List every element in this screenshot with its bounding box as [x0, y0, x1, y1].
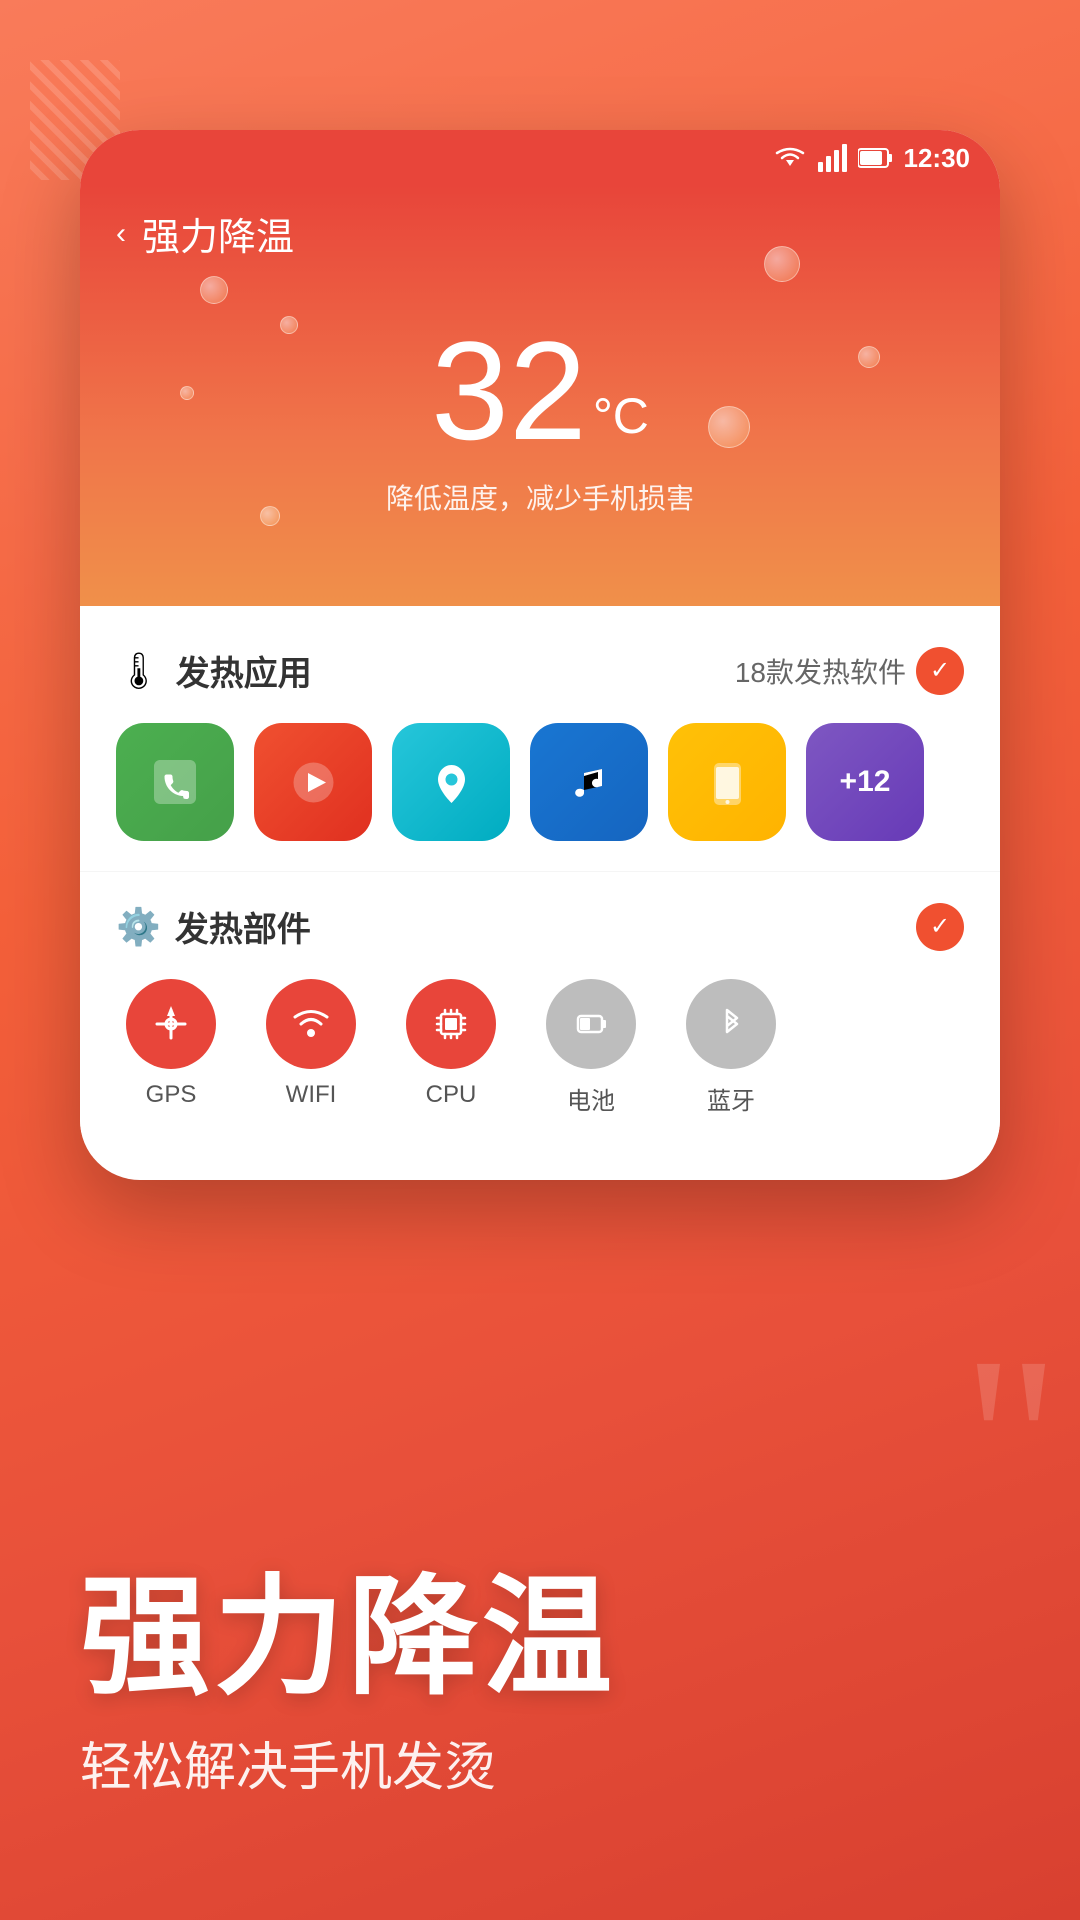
bluetooth-label: 蓝牙: [707, 1081, 755, 1116]
gps-label: GPS: [146, 1081, 197, 1109]
bubble-4: [858, 346, 880, 368]
hot-components-check-badge[interactable]: ✓: [916, 903, 964, 951]
hot-components-section: ⚙️ 发热部件 ✓ GPS: [80, 871, 1000, 1156]
component-wifi[interactable]: WIFI: [256, 979, 366, 1109]
temperature-unit: °C: [593, 388, 649, 444]
component-gps[interactable]: GPS: [116, 979, 226, 1109]
bubble-1: [200, 276, 228, 304]
bubble-7: [260, 506, 280, 526]
video-app-icon: [254, 723, 372, 841]
apps-grid: +12: [116, 723, 964, 841]
status-icons: 12:30: [772, 143, 971, 174]
phone-app-icon: [116, 723, 234, 841]
components-grid: GPS WIFI: [116, 979, 964, 1116]
hot-components-title-group: ⚙️ 发热部件: [116, 902, 311, 951]
hot-apps-count: 18款发热软件: [735, 651, 906, 691]
app-icon-map[interactable]: [392, 723, 510, 841]
battery-status-icon: [858, 147, 894, 169]
battery-label: 电池: [567, 1081, 615, 1116]
wifi-icon-circle: [266, 979, 356, 1069]
bubble-5: [180, 386, 194, 400]
bubble-6: [708, 406, 750, 448]
component-cpu[interactable]: CPU: [396, 979, 506, 1109]
components-check-icon: ✓: [930, 912, 950, 941]
app-icon-more[interactable]: +12: [806, 723, 924, 841]
bluetooth-icon-circle: [686, 979, 776, 1069]
hot-apps-check-badge[interactable]: ✓: [916, 647, 964, 695]
signal-status-icon: [818, 144, 848, 172]
sub-title: 轻松解决手机发烫: [80, 1725, 1000, 1800]
cpu-icon-circle: [406, 979, 496, 1069]
temperature-value: 32: [431, 321, 587, 461]
music-app-icon: [530, 723, 648, 841]
thermometer-icon: 🌡: [116, 650, 162, 692]
app-icon-phone2[interactable]: [668, 723, 786, 841]
wifi-label: WIFI: [286, 1081, 337, 1109]
map-app-icon: [392, 723, 510, 841]
more-apps-icon: +12: [806, 723, 924, 841]
temperature-display: 32°C: [80, 281, 1000, 461]
more-apps-label: +12: [840, 765, 891, 799]
wifi-status-icon: [772, 144, 808, 172]
temperature-description: 降低温度，减少手机损害: [80, 477, 1000, 517]
gps-icon-circle: [126, 979, 216, 1069]
gear-icon: ⚙️: [116, 906, 161, 948]
phone-nav: ‹ 强力降温: [80, 186, 1000, 281]
statusbar: 12:30: [80, 130, 1000, 186]
hot-apps-section: 🌡 发热应用 18款发热软件 ✓: [80, 606, 1000, 871]
check-icon: ✓: [930, 656, 950, 685]
hot-apps-title: 发热应用: [176, 646, 312, 695]
phone-header: ‹ 强力降温 32°C 降低温度，减少手机损害: [80, 186, 1000, 606]
back-button[interactable]: ‹: [116, 217, 126, 251]
status-time: 12:30: [904, 143, 971, 174]
hot-components-title: 发热部件: [175, 902, 311, 951]
hot-components-header: ⚙️ 发热部件 ✓: [116, 902, 964, 951]
phone-mockup: 12:30 ‹ 强力降温 32°C 降低温度，减少手机损害 🌡 发热应用 18款: [80, 130, 1000, 1180]
app-icon-music[interactable]: [530, 723, 648, 841]
bottom-section: 强力降温 轻松解决手机发烫: [0, 1220, 1080, 1920]
hot-apps-title-group: 🌡 发热应用: [116, 646, 312, 695]
cpu-label: CPU: [426, 1081, 477, 1109]
hot-apps-header: 🌡 发热应用 18款发热软件 ✓: [116, 646, 964, 695]
nav-title: 强力降温: [142, 206, 294, 261]
hot-apps-count-group: 18款发热软件 ✓: [735, 647, 964, 695]
bubble-2: [280, 316, 298, 334]
phone2-app-icon: [668, 723, 786, 841]
battery-icon-circle: [546, 979, 636, 1069]
app-icon-phone[interactable]: [116, 723, 234, 841]
component-bluetooth[interactable]: 蓝牙: [676, 979, 786, 1116]
component-battery[interactable]: 电池: [536, 979, 646, 1116]
bubble-3: [764, 246, 800, 282]
app-icon-video[interactable]: [254, 723, 372, 841]
main-title: 强力降温: [80, 1566, 1000, 1709]
